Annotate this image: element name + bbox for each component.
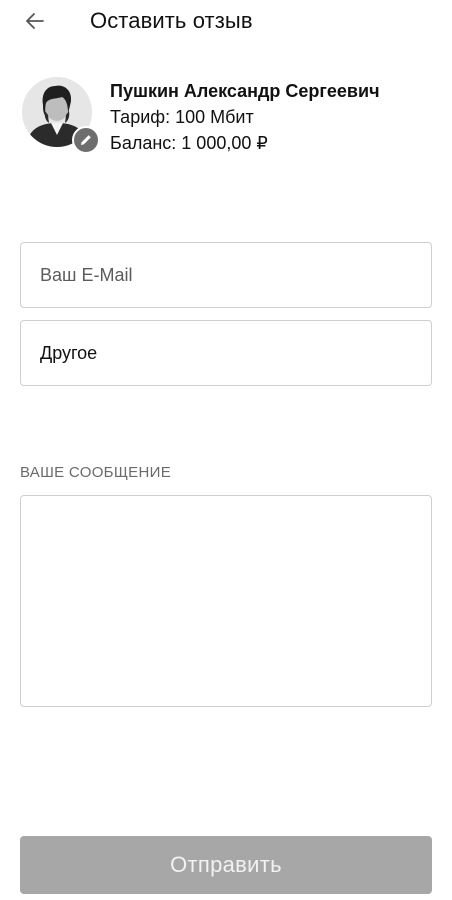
app-header: Оставить отзыв (0, 0, 452, 44)
tariff-label: Тариф: (110, 107, 171, 127)
pencil-icon (81, 135, 91, 145)
message-field-container (20, 495, 432, 707)
email-field[interactable] (40, 243, 410, 307)
tariff-line: Тариф: 100 Мбит (110, 104, 380, 130)
profile-info: Пушкин Александр Сергеевич Тариф: 100 Мб… (110, 78, 380, 156)
message-field[interactable] (21, 496, 431, 706)
message-label: ВАШЕ СООБЩЕНИЕ (20, 464, 171, 481)
profile-name: Пушкин Александр Сергеевич (110, 81, 380, 101)
back-button[interactable] (18, 4, 52, 38)
balance-label: Баланс: (110, 133, 177, 153)
page-title: Оставить отзыв (90, 8, 253, 33)
tariff-value: 100 Мбит (175, 107, 254, 127)
balance-line: Баланс: 1 000,00 ₽ (110, 130, 380, 156)
profile-card: Пушкин Александр Сергеевич Тариф: 100 Мб… (20, 72, 440, 162)
topic-select-value: Другое (40, 343, 98, 363)
email-field-container (20, 242, 432, 308)
arrow-left-icon (26, 13, 44, 29)
topic-select[interactable]: Другое (20, 320, 432, 386)
submit-button[interactable]: Отправить (20, 836, 432, 894)
edit-avatar-button[interactable] (72, 126, 100, 154)
balance-value: 1 000,00 ₽ (181, 133, 268, 153)
